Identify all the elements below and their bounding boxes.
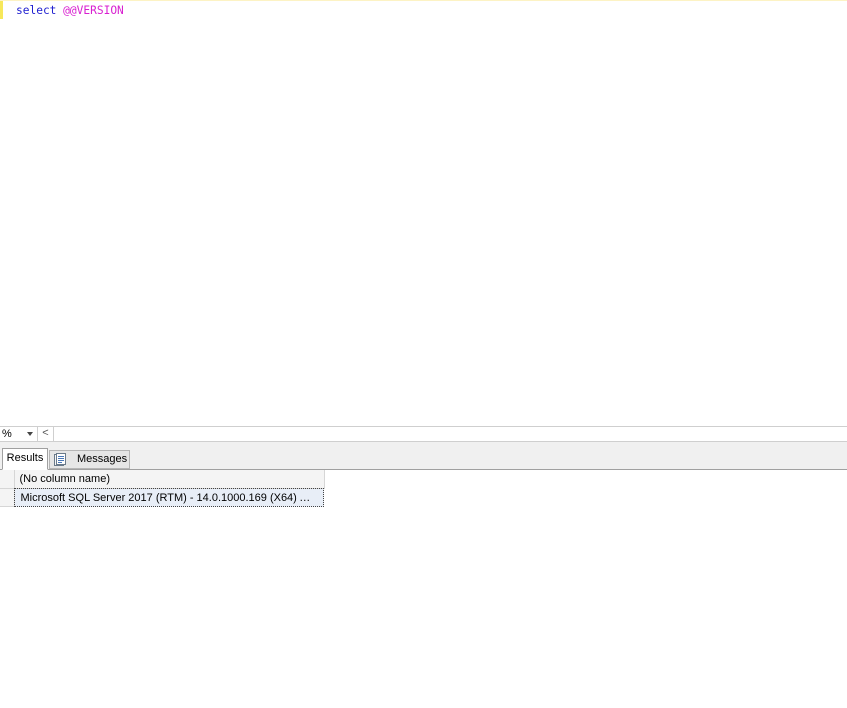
messages-icon [54, 453, 66, 466]
results-grid: (No column name) Microsoft SQL Server 20… [0, 470, 325, 507]
query-window: select @@VERSION % < Results Messages (N… [0, 0, 847, 708]
result-cell-text: Microsoft SQL Server 2017 (RTM) - 14.0.1… [20, 491, 317, 504]
sql-editor[interactable]: select @@VERSION [0, 0, 847, 426]
grid-corner-cell[interactable] [0, 470, 15, 489]
results-tab-strip: Results Messages [0, 442, 847, 470]
sql-keyword: select [16, 4, 57, 17]
editor-status-strip: % < [0, 426, 847, 442]
row-header[interactable] [0, 488, 15, 507]
scroll-left-button[interactable]: < [38, 427, 54, 441]
grid-header-row: (No column name) [0, 470, 325, 489]
table-row: Microsoft SQL Server 2017 (RTM) - 14.0.1… [0, 488, 324, 507]
tab-results[interactable]: Results [2, 448, 48, 470]
chevron-down-icon [27, 432, 33, 436]
tab-messages-label: Messages [77, 453, 128, 465]
column-header[interactable]: (No column name) [14, 470, 325, 489]
tab-results-label: Results [6, 452, 44, 464]
zoom-dropdown[interactable]: % [0, 427, 38, 441]
sql-system-variable: @@VERSION [63, 4, 124, 17]
code-line-1[interactable]: select @@VERSION [16, 4, 124, 18]
results-grid-pane: (No column name) Microsoft SQL Server 20… [0, 470, 847, 708]
zoom-value: % [2, 428, 12, 440]
result-cell[interactable]: Microsoft SQL Server 2017 (RTM) - 14.0.1… [14, 488, 324, 507]
tab-messages[interactable]: Messages [49, 450, 130, 469]
change-tracking-bar [0, 1, 3, 19]
